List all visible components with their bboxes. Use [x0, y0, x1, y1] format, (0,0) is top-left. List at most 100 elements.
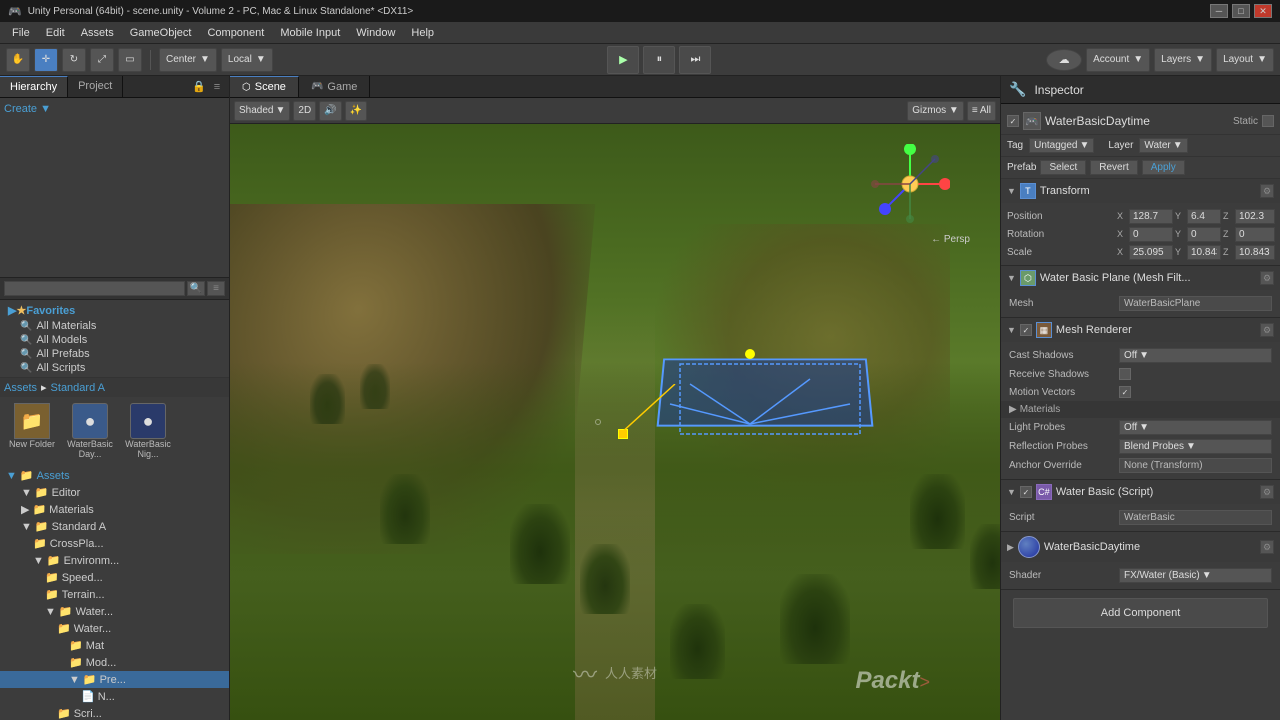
menu-assets[interactable]: Assets	[73, 25, 122, 41]
tree-pre[interactable]: ▼ 📁 Pre...	[0, 671, 229, 688]
menu-gameobject[interactable]: GameObject	[122, 25, 200, 41]
maximize-btn[interactable]: □	[1232, 4, 1250, 18]
space-dropdown[interactable]: Local ▼	[221, 48, 273, 72]
mesh-value[interactable]: WaterBasicPlane	[1119, 296, 1272, 311]
search-options[interactable]: ≡	[207, 281, 225, 296]
mesh-renderer-header[interactable]: ▼ ▦ Mesh Renderer ⚙	[1001, 318, 1280, 342]
fx-btn[interactable]: ✨	[345, 101, 367, 121]
scale-x-input[interactable]	[1129, 245, 1173, 260]
prefab-apply-btn[interactable]: Apply	[1142, 160, 1185, 175]
obj-enabled-checkbox[interactable]	[1007, 115, 1019, 127]
lock-btn[interactable]: 🔒	[191, 79, 207, 95]
scene-view[interactable]: ← Persp 〰 人人素材 Packt>	[230, 124, 1000, 720]
pos-y-input[interactable]	[1187, 209, 1221, 224]
rot-y-input[interactable]	[1187, 227, 1221, 242]
pos-z-input[interactable]	[1235, 209, 1275, 224]
anchor-override-value[interactable]: None (Transform)	[1119, 458, 1272, 473]
breadcrumb-standard[interactable]: Standard A	[51, 382, 105, 394]
mode-dropdown[interactable]: 2D	[293, 101, 316, 121]
pivot-dropdown[interactable]: Center ▼	[159, 48, 217, 72]
material-header[interactable]: ▶ WaterBasicDaytime ⚙	[1001, 532, 1280, 562]
tab-hierarchy[interactable]: Hierarchy	[0, 76, 68, 97]
fav-all-prefabs[interactable]: 🔍 All Prefabs	[0, 347, 229, 361]
script-value[interactable]: WaterBasic	[1119, 510, 1272, 525]
tab-project[interactable]: Project	[68, 76, 123, 97]
tree-n[interactable]: 📄 N...	[0, 688, 229, 705]
rot-z-input[interactable]	[1235, 227, 1275, 242]
layer-dropdown[interactable]: Water ▼	[1139, 138, 1187, 153]
obj-name[interactable]: WaterBasicDaytime	[1045, 114, 1229, 128]
rect-tool[interactable]: ▭	[118, 48, 142, 72]
close-btn[interactable]: ✕	[1254, 4, 1272, 18]
tree-standard[interactable]: ▼ 📁 Standard A	[0, 518, 229, 535]
pos-x-input[interactable]	[1129, 209, 1173, 224]
mr-enabled[interactable]	[1020, 324, 1032, 336]
minimize-btn[interactable]: ─	[1210, 4, 1228, 18]
breadcrumb-assets[interactable]: Assets	[4, 382, 37, 394]
misc-dropdown[interactable]: Gizmos ▼	[907, 101, 964, 121]
tag-dropdown[interactable]: Untagged ▼	[1029, 138, 1094, 153]
asset-new-folder[interactable]: 📁 New Folder	[4, 401, 60, 461]
account-dropdown[interactable]: Account ▼	[1086, 48, 1150, 72]
inspector-tab-label[interactable]: Inspector	[1034, 83, 1083, 97]
shading-dropdown[interactable]: Shaded ▼	[234, 101, 290, 121]
menu-edit[interactable]: Edit	[38, 25, 73, 41]
mesh-filter-header[interactable]: ▼ ⬡ Water Basic Plane (Mesh Filt... ⚙	[1001, 266, 1280, 290]
tree-materials[interactable]: ▶ 📁 Materials	[0, 501, 229, 518]
layers-filter[interactable]: ≡ All	[967, 101, 996, 121]
motion-vectors-checkbox[interactable]	[1119, 386, 1131, 398]
tree-mat[interactable]: 📁 Mat	[0, 637, 229, 654]
static-checkbox[interactable]	[1262, 115, 1274, 127]
tree-environment[interactable]: ▼ 📁 Environm...	[0, 552, 229, 569]
prefab-select-btn[interactable]: Select	[1040, 160, 1086, 175]
transform-settings-btn[interactable]: ⚙	[1260, 184, 1274, 198]
rotate-tool[interactable]: ↻	[62, 48, 86, 72]
tree-water1[interactable]: ▼ 📁 Water...	[0, 603, 229, 620]
mf-settings-btn[interactable]: ⚙	[1260, 271, 1274, 285]
tree-editor[interactable]: ▼ 📁 Editor	[0, 484, 229, 501]
cloud-button[interactable]: ☁	[1046, 49, 1082, 71]
step-button[interactable]: ⏭	[679, 46, 711, 74]
play-button[interactable]: ▶	[607, 46, 639, 74]
prefab-revert-btn[interactable]: Revert	[1090, 160, 1137, 175]
rot-x-input[interactable]	[1129, 227, 1173, 242]
tree-scripts[interactable]: 📁 Scri...	[0, 705, 229, 720]
transform-header[interactable]: ▼ T Transform ⚙	[1001, 179, 1280, 203]
move-tool[interactable]: ✛	[34, 48, 58, 72]
fav-all-materials[interactable]: 🔍 All Materials	[0, 319, 229, 333]
menu-window[interactable]: Window	[348, 25, 403, 41]
asset-water-basic-day[interactable]: ● WaterBasicDay...	[62, 401, 118, 461]
ws-settings-btn[interactable]: ⚙	[1260, 485, 1274, 499]
project-search-input[interactable]	[4, 281, 185, 296]
menu-component[interactable]: Component	[199, 25, 272, 41]
tree-terrain[interactable]: 📁 Terrain...	[0, 586, 229, 603]
fav-all-scripts[interactable]: 🔍 All Scripts	[0, 361, 229, 375]
menu-help[interactable]: Help	[403, 25, 442, 41]
shader-dropdown[interactable]: FX/Water (Basic) ▼	[1119, 568, 1272, 583]
layers-dropdown[interactable]: Layers ▼	[1154, 48, 1212, 72]
tree-speed[interactable]: 📁 Speed...	[0, 569, 229, 586]
layout-dropdown[interactable]: Layout ▼	[1216, 48, 1274, 72]
scale-tool[interactable]: ⤢	[90, 48, 114, 72]
reflection-probes-dropdown[interactable]: Blend Probes ▼	[1119, 439, 1272, 454]
menu-btn[interactable]: ≡	[209, 79, 225, 95]
tree-assets[interactable]: ▼ 📁 Assets	[0, 467, 229, 484]
audio-btn[interactable]: 🔊	[319, 101, 341, 121]
scale-z-input[interactable]	[1235, 245, 1275, 260]
scale-y-input[interactable]	[1187, 245, 1221, 260]
mr-settings-btn[interactable]: ⚙	[1260, 323, 1274, 337]
asset-water-basic-night[interactable]: ● WaterBasicNig...	[120, 401, 176, 461]
tree-water2[interactable]: 📁 Water...	[0, 620, 229, 637]
gizmo-axes[interactable]	[870, 144, 950, 227]
add-component-button[interactable]: Add Component	[1013, 598, 1268, 628]
fav-all-models[interactable]: 🔍 All Models	[0, 333, 229, 347]
materials-section[interactable]: ▶ Materials	[1001, 401, 1280, 418]
tree-crossplatform[interactable]: 📁 CrossPla...	[0, 535, 229, 552]
favorites-header[interactable]: ▶ ★ Favorites	[0, 302, 229, 319]
cast-shadows-dropdown[interactable]: Off ▼	[1119, 348, 1272, 363]
menu-file[interactable]: File	[4, 25, 38, 41]
pause-button[interactable]: ⏸	[643, 46, 675, 74]
hand-tool[interactable]: ✋	[6, 48, 30, 72]
hier-create[interactable]: Create ▼	[0, 102, 229, 116]
scene-tab[interactable]: ⬡ Scene	[230, 76, 299, 97]
